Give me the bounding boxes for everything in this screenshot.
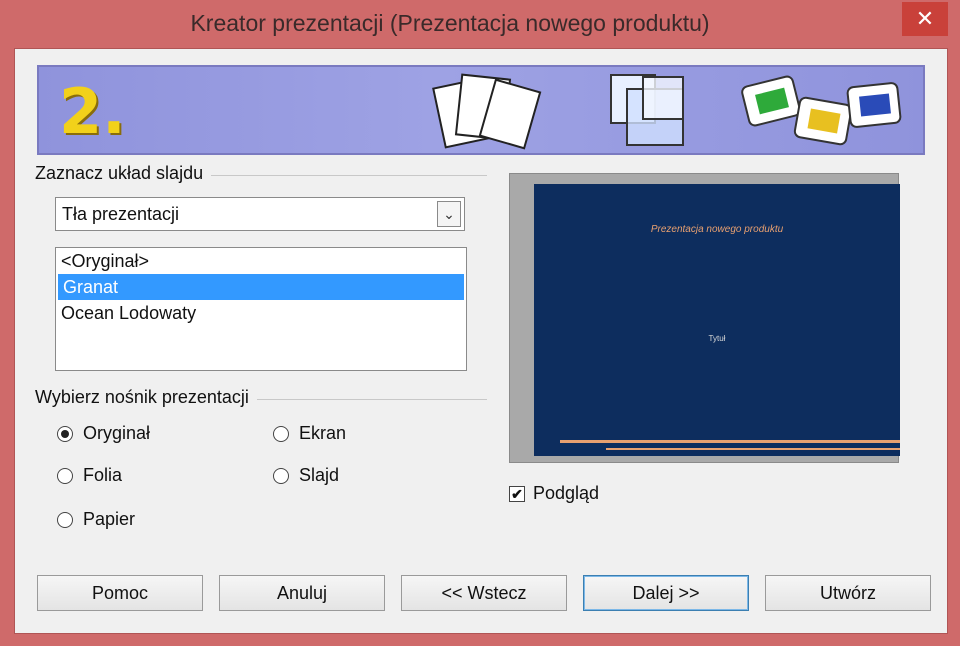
preview-accent-line [606, 448, 900, 450]
title-bar[interactable]: Kreator prezentacji (Prezentacja nowego … [0, 0, 960, 48]
radio-foil[interactable]: Folia [57, 465, 122, 486]
chevron-down-icon[interactable]: ⌄ [437, 201, 461, 227]
medium-group-label: Wybierz nośnik prezentacji [35, 387, 257, 408]
radio-label: Oryginał [83, 423, 151, 443]
slides-icon [741, 75, 902, 146]
radio-button[interactable] [273, 425, 289, 442]
help-button[interactable]: Pomoc [37, 575, 203, 611]
radio-screen[interactable]: Ekran [273, 423, 346, 444]
radio-button[interactable] [273, 467, 289, 484]
preview-accent-line [560, 440, 900, 443]
radio-label: Papier [83, 509, 136, 529]
slide-preview: Prezentacja nowego produktu Tytuł [509, 173, 900, 463]
background-select-value: Tła prezentacji [62, 204, 180, 224]
list-item[interactable]: Ocean Lodowaty [56, 300, 466, 326]
radio-label: Ekran [299, 423, 347, 443]
layout-group-label: Zaznacz układ slajdu [35, 163, 212, 184]
preview-checkbox-label: Podgląd [533, 483, 600, 503]
wizard-banner: 2. [37, 65, 925, 155]
list-item[interactable]: Granat [58, 274, 464, 300]
step-number: 2. [59, 75, 126, 148]
back-button[interactable]: << Wstecz [401, 575, 567, 611]
create-button[interactable]: Utwórz [765, 575, 931, 611]
radio-label: Folia [83, 465, 123, 485]
radio-button[interactable] [57, 511, 73, 528]
close-button[interactable]: ✕ [902, 2, 948, 36]
background-select[interactable]: Tła prezentacji ⌄ [55, 197, 465, 231]
close-icon: ✕ [915, 6, 935, 31]
banner-graphics [432, 73, 902, 150]
pages-icon [432, 73, 542, 150]
preview-slide-title: Prezentacja nowego produktu [650, 224, 784, 235]
transparency-icon [610, 74, 684, 146]
radio-button[interactable] [57, 425, 73, 442]
radio-button[interactable] [57, 467, 73, 484]
wizard-window: Kreator prezentacji (Prezentacja nowego … [0, 0, 960, 646]
radio-original[interactable]: Oryginał [57, 423, 150, 444]
window-title: Kreator prezentacji (Prezentacja nowego … [190, 10, 710, 36]
cancel-button[interactable]: Anuluj [219, 575, 385, 611]
preview-slide: Prezentacja nowego produktu Tytuł [534, 184, 900, 456]
preview-checkbox[interactable]: ✔ Podgląd [509, 483, 599, 504]
design-list[interactable]: <Oryginał> Granat Ocean Lodowaty [55, 247, 467, 371]
checkmark-icon[interactable]: ✔ [509, 485, 525, 502]
preview-slide-subtitle: Tytuł [708, 334, 726, 343]
radio-label: Slajd [299, 465, 340, 485]
dialog-body: 2. Zaznacz układ slajdu Tła prezentacji … [14, 48, 948, 634]
next-button[interactable]: Dalej >> [583, 575, 749, 611]
radio-slide[interactable]: Slajd [273, 465, 339, 486]
list-item[interactable]: <Oryginał> [56, 248, 466, 274]
radio-paper[interactable]: Papier [57, 509, 135, 530]
